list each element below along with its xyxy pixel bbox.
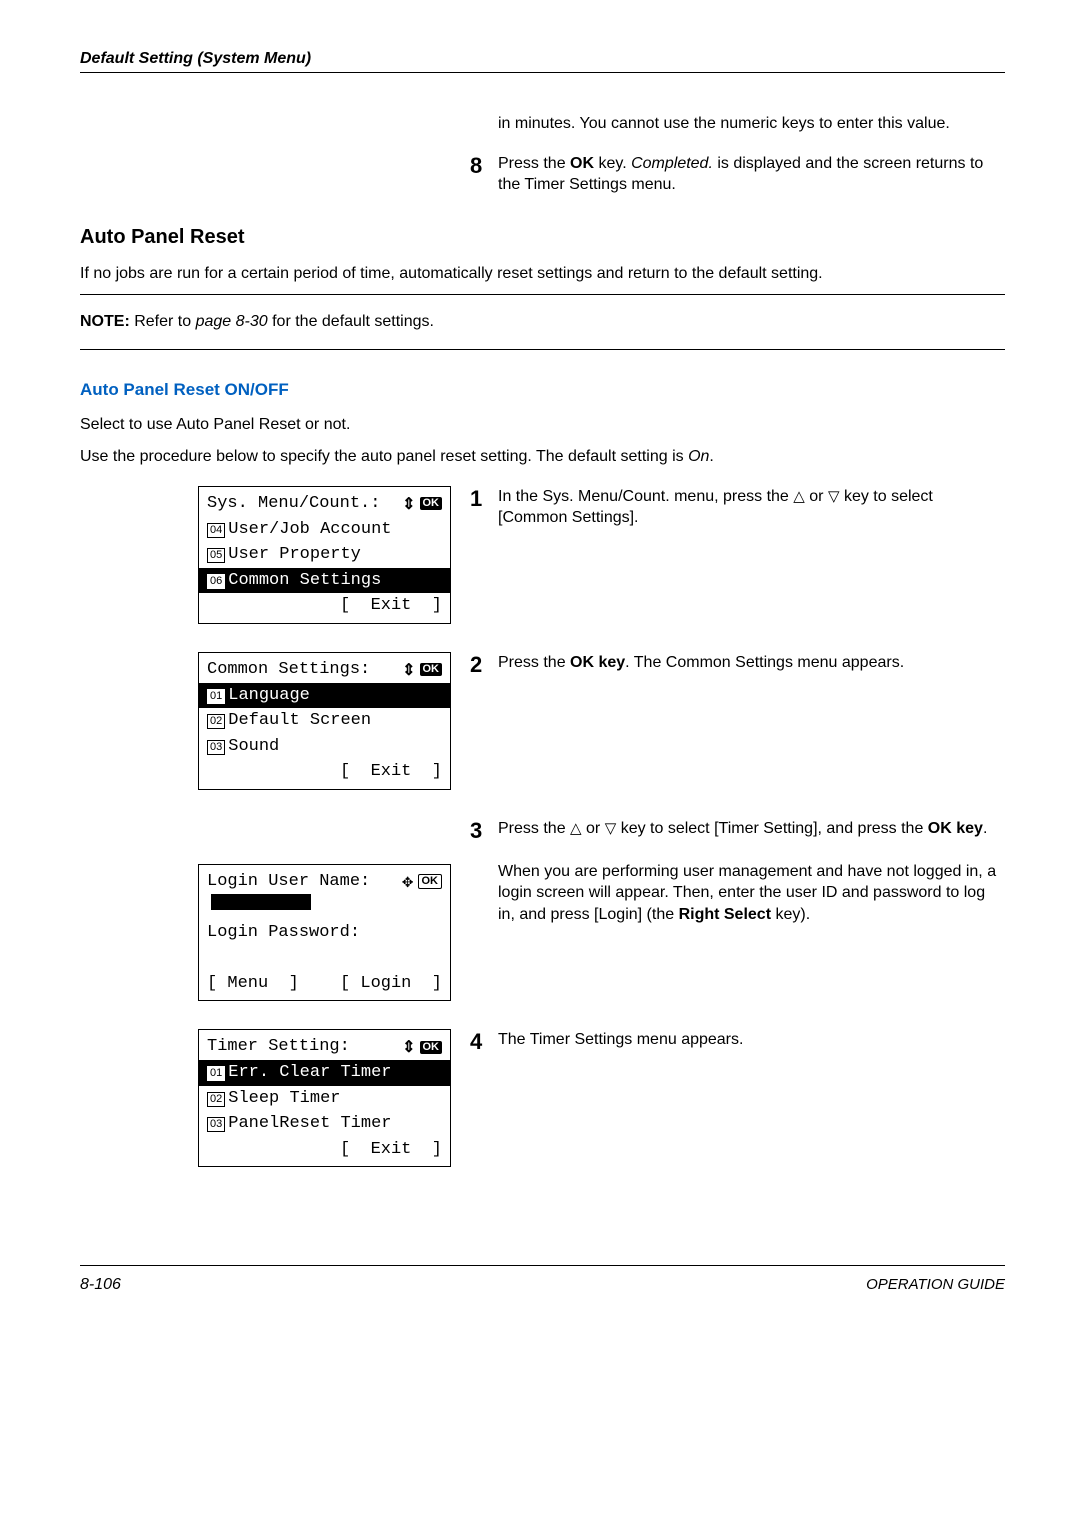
- step-number: 2: [470, 652, 498, 678]
- menu-item: 04User/Job Account: [207, 517, 442, 543]
- row-2: Common Settings: OK 01Language 02Default…: [80, 652, 1005, 818]
- ok-icon: OK: [420, 497, 443, 510]
- step-number: 4: [470, 1029, 498, 1055]
- intro-continuation: in minutes. You cannot use the numeric k…: [470, 113, 1005, 135]
- menu-item-selected: 01Err. Clear Timer: [199, 1060, 450, 1086]
- row-4: Timer Setting: OK 01Err. Clear Timer 02S…: [80, 1029, 1005, 1195]
- up-arrow-icon: [793, 488, 805, 505]
- step-8: 8 Press the OK key. Completed. is displa…: [470, 153, 1005, 196]
- intro-text: in minutes. You cannot use the numeric k…: [498, 113, 950, 135]
- exit-label: [ Exit ]: [207, 593, 442, 619]
- lcd-screen-common-settings: Common Settings: OK 01Language 02Default…: [198, 652, 451, 790]
- row-1: Sys. Menu/Count.: OK 04User/Job Account …: [80, 486, 1005, 652]
- sub-p2: Use the procedure below to specify the a…: [80, 446, 1005, 468]
- menu-item: 05User Property: [207, 542, 442, 568]
- screen-title: Timer Setting:: [207, 1034, 350, 1060]
- screen-title: Sys. Menu/Count.:: [207, 491, 380, 517]
- lcd-screen-sys-menu: Sys. Menu/Count.: OK 04User/Job Account …: [198, 486, 451, 624]
- page-number: 8-106: [80, 1276, 121, 1294]
- lcd-screen-timer-setting: Timer Setting: OK 01Err. Clear Timer 02S…: [198, 1029, 451, 1167]
- menu-item: 03PanelReset Timer: [207, 1111, 442, 1137]
- exit-label: [ Exit ]: [207, 759, 442, 785]
- down-arrow-icon: [605, 820, 617, 837]
- sub-p1: Select to use Auto Panel Reset or not.: [80, 414, 1005, 436]
- step-4-text: The Timer Settings menu appears.: [498, 1029, 743, 1055]
- menu-item: 02Sleep Timer: [207, 1086, 442, 1112]
- page-header: Default Setting (System Menu): [80, 50, 1005, 73]
- step-8-text: Press the OK key. Completed. is displaye…: [498, 153, 1005, 196]
- menu-item: 02Default Screen: [207, 708, 442, 734]
- section-heading: Auto Panel Reset: [80, 226, 1005, 249]
- footer-label: OPERATION GUIDE: [866, 1276, 1005, 1294]
- step-number: 8: [470, 153, 498, 196]
- menu-item-selected: 06Common Settings: [199, 568, 450, 594]
- ok-icon: OK: [418, 874, 443, 889]
- down-arrow-icon: [828, 488, 840, 505]
- menu-button-label: [ Menu ]: [207, 971, 299, 997]
- divider: [80, 294, 1005, 295]
- login-user-label: Login User Name:: [207, 869, 370, 895]
- step-number: 3: [470, 818, 498, 926]
- updown-icon: [402, 491, 415, 517]
- section-description: If no jobs are run for a certain period …: [80, 263, 1005, 285]
- step-1-text: In the Sys. Menu/Count. menu, press the …: [498, 486, 1005, 529]
- step-4: 4 The Timer Settings menu appears.: [470, 1029, 1005, 1055]
- step-3-text: Press the or key to select [Timer Settin…: [498, 818, 1005, 926]
- note-label: NOTE:: [80, 313, 130, 330]
- login-user-input: [207, 894, 442, 920]
- updown-icon: [402, 1034, 415, 1060]
- step-1: 1 In the Sys. Menu/Count. menu, press th…: [470, 486, 1005, 529]
- step-3: 3 Press the or key to select [Timer Sett…: [470, 818, 1005, 926]
- updown-icon: [402, 657, 415, 683]
- step-number: 1: [470, 486, 498, 529]
- subsection-heading: Auto Panel Reset ON/OFF: [80, 380, 1005, 400]
- login-button-label: [ Login ]: [340, 971, 442, 997]
- menu-item: 03Sound: [207, 734, 442, 760]
- note-block: NOTE: Refer to page 8-30 for the default…: [80, 313, 1005, 331]
- ok-icon: OK: [420, 1041, 443, 1054]
- menu-item-selected: 01Language: [199, 683, 450, 709]
- lcd-screen-login: Login User Name: OK Login Password: [ Me…: [198, 864, 451, 1002]
- step-2-text: Press the OK key. The Common Settings me…: [498, 652, 904, 678]
- header-title: Default Setting (System Menu): [80, 50, 311, 67]
- step-2: 2 Press the OK key. The Common Settings …: [470, 652, 1005, 678]
- divider: [80, 349, 1005, 350]
- login-password-label: Login Password:: [207, 920, 442, 946]
- up-arrow-icon: [570, 820, 582, 837]
- screen-title: Common Settings:: [207, 657, 370, 683]
- page-footer: 8-106 OPERATION GUIDE: [80, 1265, 1005, 1294]
- page: Default Setting (System Menu) in minutes…: [0, 0, 1080, 1334]
- exit-label: [ Exit ]: [207, 1137, 442, 1163]
- cursor-icon: [402, 869, 414, 895]
- ok-icon: OK: [420, 663, 443, 676]
